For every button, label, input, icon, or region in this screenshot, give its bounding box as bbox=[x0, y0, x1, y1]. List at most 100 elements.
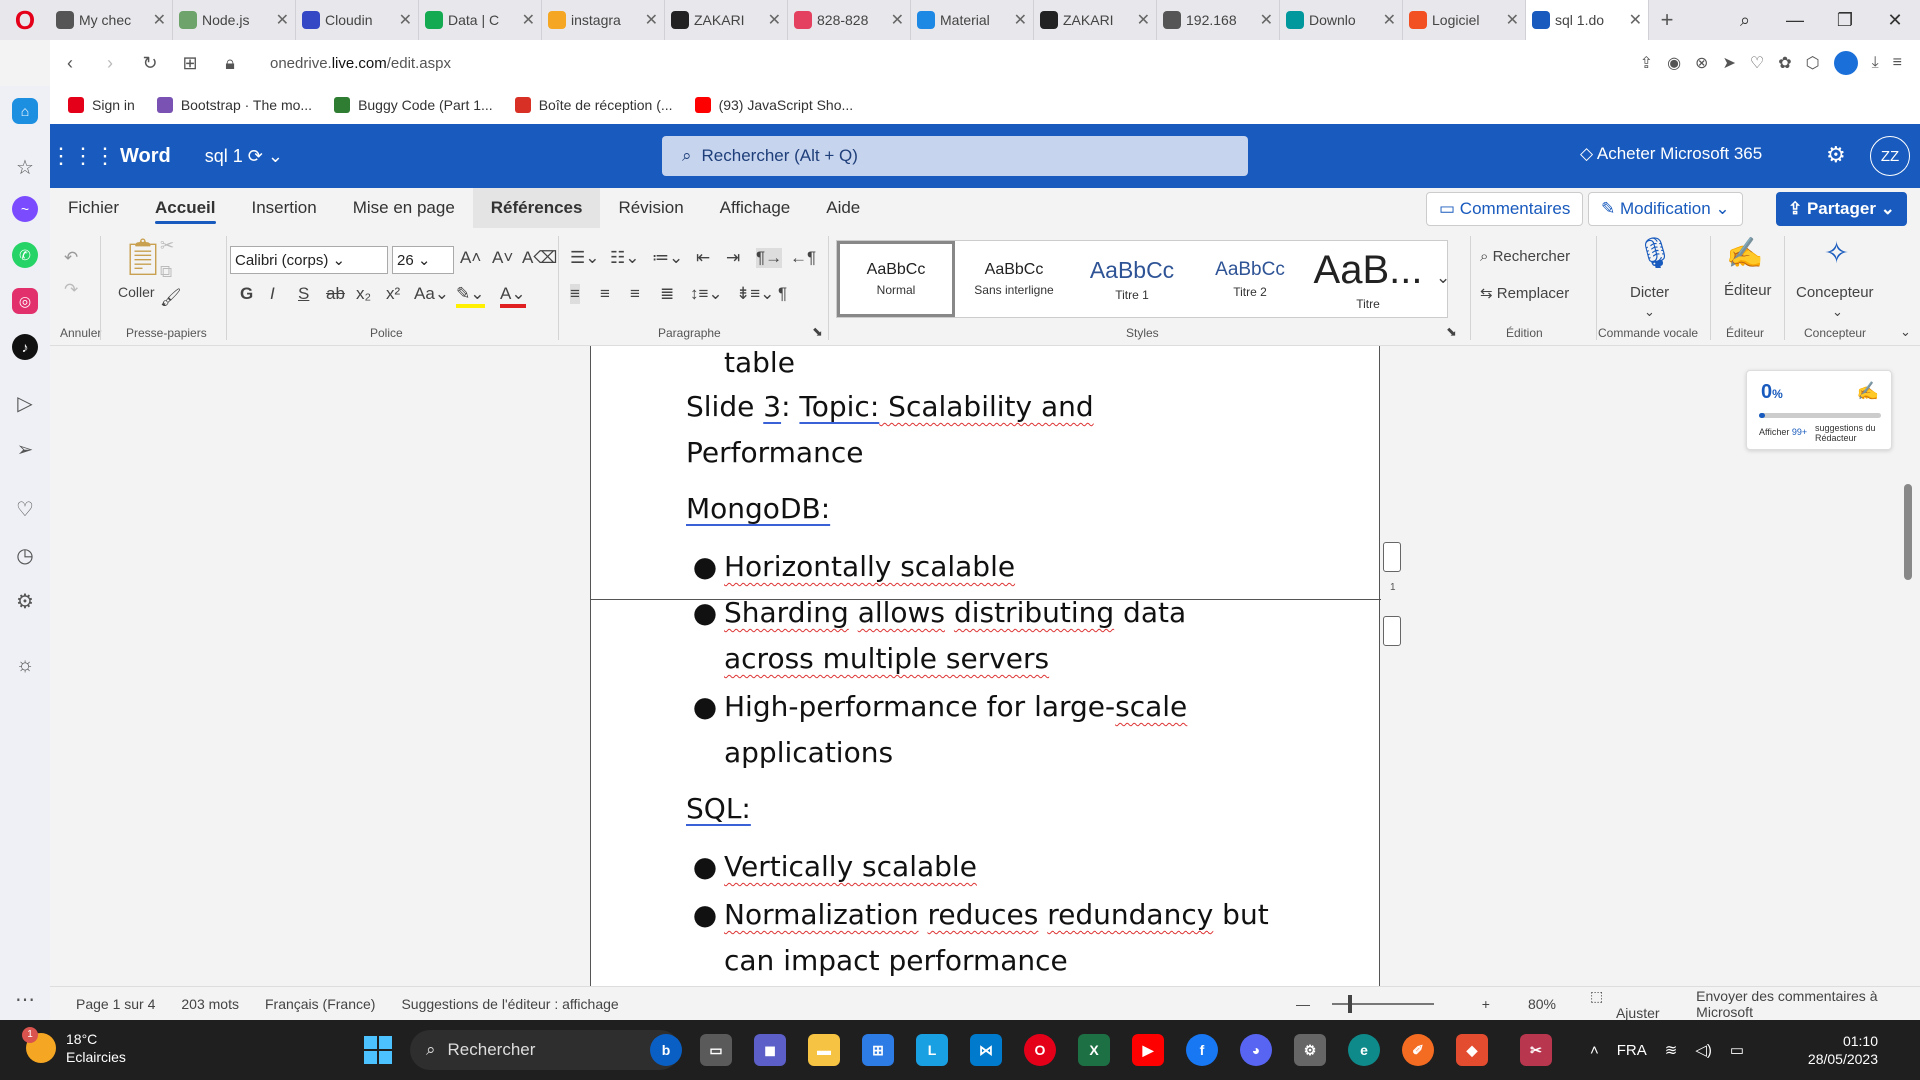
taskbar-search[interactable]: ⌕ Rechercher bbox=[410, 1030, 680, 1070]
editor-score-card[interactable]: 0% ✍ Afficher 99+ suggestions du Rédacte… bbox=[1746, 370, 1892, 450]
block-icon[interactable]: ⊗ bbox=[1695, 53, 1708, 73]
browser-tab[interactable]: instagra ✕ bbox=[542, 0, 665, 40]
reload-icon[interactable]: ↻ bbox=[130, 53, 170, 74]
multilevel-list-icon[interactable]: ≔⌄ bbox=[652, 248, 683, 268]
forward-icon[interactable]: › bbox=[90, 53, 130, 74]
close-tab-icon[interactable]: ✕ bbox=[1014, 10, 1027, 30]
vscode-icon[interactable]: ⋈ bbox=[970, 1034, 1002, 1066]
browser-tab[interactable]: ZAKARI ✕ bbox=[665, 0, 788, 40]
browser-tab[interactable]: ZAKARI ✕ bbox=[1034, 0, 1157, 40]
word-count[interactable]: 203 mots bbox=[181, 996, 239, 1012]
messenger-icon[interactable]: ~ bbox=[12, 196, 38, 222]
paste-button[interactable]: Coller bbox=[118, 284, 155, 300]
start-button[interactable] bbox=[364, 1036, 392, 1064]
browser-tab[interactable]: sql 1.do ✕ bbox=[1526, 0, 1649, 40]
ribbon-collapse-icon[interactable]: ⌄ bbox=[1900, 324, 1911, 340]
zoom-level[interactable]: 80% bbox=[1528, 996, 1556, 1012]
change-case-icon[interactable]: Aa⌄ bbox=[414, 284, 449, 304]
clipboard-icon[interactable]: 📋︎ bbox=[120, 236, 166, 278]
send-sidebar-icon[interactable]: ➢ bbox=[12, 436, 38, 462]
font-size-select[interactable]: 26 ⌄ bbox=[392, 246, 454, 274]
styles-dialog-icon[interactable]: ⬊ bbox=[1446, 324, 1457, 340]
language-indicator[interactable]: FRA bbox=[1617, 1042, 1647, 1059]
document-page[interactable]: table Slide 3: Topic: Scalability and Pe… bbox=[590, 346, 1381, 986]
app-launcher-icon[interactable]: ⋮⋮⋮ bbox=[50, 143, 116, 169]
replace-button[interactable]: ⇆ Remplacer bbox=[1480, 284, 1569, 302]
close-tab-icon[interactable]: ✕ bbox=[645, 10, 658, 30]
bookmark-item[interactable]: Sign in bbox=[68, 97, 135, 113]
bing-icon[interactable]: b bbox=[650, 1034, 682, 1066]
fit-button[interactable]: ⬚ Ajuster bbox=[1590, 988, 1670, 1021]
comment-marker[interactable] bbox=[1383, 542, 1401, 572]
star-icon[interactable]: ☆ bbox=[12, 154, 38, 180]
ribbon-tab-insertion[interactable]: Insertion bbox=[234, 188, 335, 228]
paragraph-dialog-icon[interactable]: ⬊ bbox=[812, 324, 823, 340]
browser-tab[interactable]: Downlo ✕ bbox=[1280, 0, 1403, 40]
browser-tab[interactable]: My chec ✕ bbox=[50, 0, 173, 40]
close-tab-icon[interactable]: ✕ bbox=[1260, 10, 1273, 30]
more-icon[interactable]: ⋯ bbox=[12, 986, 38, 1012]
strikethrough-icon[interactable]: ab bbox=[326, 284, 345, 304]
share-icon[interactable]: ⇪ bbox=[1640, 53, 1653, 73]
close-tab-icon[interactable]: ✕ bbox=[399, 10, 412, 30]
designer-dropdown-icon[interactable]: ⌄ bbox=[1832, 304, 1843, 320]
volume-icon[interactable]: ◁) bbox=[1695, 1041, 1712, 1059]
close-tab-icon[interactable]: ✕ bbox=[522, 10, 535, 30]
browser-tab[interactable]: Cloudin ✕ bbox=[296, 0, 419, 40]
browser-tab[interactable]: Material ✕ bbox=[911, 0, 1034, 40]
editor-show-label[interactable]: Afficher 99+ bbox=[1759, 427, 1807, 437]
search-input[interactable]: ⌕ Rechercher (Alt + Q) bbox=[662, 136, 1248, 176]
close-window-button[interactable]: ✕ bbox=[1870, 10, 1920, 31]
camera-icon[interactable]: ◉ bbox=[1667, 53, 1681, 73]
subscript-icon[interactable]: x₂ bbox=[356, 284, 371, 304]
opera-taskbar-icon[interactable]: O bbox=[1024, 1034, 1056, 1066]
grow-font-icon[interactable]: A˄ bbox=[460, 248, 481, 268]
battery-icon[interactable]: ▭ bbox=[1730, 1041, 1744, 1059]
player-icon[interactable]: ▷ bbox=[12, 390, 38, 416]
vertical-scrollbar[interactable] bbox=[1904, 484, 1912, 580]
palette-icon[interactable]: ✿ bbox=[1778, 53, 1791, 73]
ribbon-tab-fichier[interactable]: Fichier bbox=[50, 188, 137, 228]
dictate-dropdown-icon[interactable]: ⌄ bbox=[1644, 304, 1655, 320]
bookmark-item[interactable]: Buggy Code (Part 1... bbox=[334, 97, 493, 113]
document-name[interactable]: sql 1 ⟳ ⌄ bbox=[205, 146, 283, 167]
highlight-icon[interactable]: ✎⌄ bbox=[456, 284, 485, 308]
align-right-icon[interactable]: ≡ bbox=[630, 284, 640, 304]
align-center-icon[interactable]: ≡ bbox=[600, 284, 610, 304]
weather-widget[interactable]: 1 18°C Eclaircies bbox=[22, 1027, 126, 1066]
style-titre-1[interactable]: AaBbCc Titre 1 bbox=[1073, 241, 1191, 317]
file-explorer-icon[interactable]: ▬ bbox=[808, 1034, 840, 1066]
close-tab-icon[interactable]: ✕ bbox=[153, 10, 166, 30]
style-sans-interligne[interactable]: AaBbCc Sans interligne bbox=[955, 241, 1073, 317]
comment-marker[interactable] bbox=[1383, 616, 1401, 646]
ribbon-tab-références[interactable]: Références bbox=[472, 188, 601, 228]
justify-icon[interactable]: ≣ bbox=[660, 284, 674, 304]
style-titre[interactable]: AaB... Titre bbox=[1309, 241, 1427, 317]
bookmark-item[interactable]: Bootstrap · The mo... bbox=[156, 97, 312, 113]
settings-taskbar-icon[interactable]: ⚙ bbox=[1294, 1034, 1326, 1066]
editor-icon[interactable]: ✍ bbox=[1726, 236, 1763, 271]
zoom-out-button[interactable]: — bbox=[1296, 996, 1310, 1012]
bookmark-item[interactable]: Boîte de réception (... bbox=[514, 97, 673, 113]
l-app-icon[interactable]: L bbox=[916, 1034, 948, 1066]
back-icon[interactable]: ‹ bbox=[50, 53, 90, 74]
buy-microsoft-365-link[interactable]: ◇ Acheter Microsoft 365 bbox=[1580, 144, 1762, 164]
download-icon[interactable]: ⤓ bbox=[1872, 54, 1879, 72]
lightbulb-icon[interactable]: ☼ bbox=[12, 652, 38, 678]
ribbon-tab-mise-en-page[interactable]: Mise en page bbox=[335, 188, 473, 228]
history-icon[interactable]: ◷ bbox=[12, 542, 38, 568]
style-normal[interactable]: AaBbCc Normal bbox=[837, 241, 955, 317]
tiktok-icon[interactable]: ♪ bbox=[12, 334, 38, 360]
language-indicator[interactable]: Français (France) bbox=[265, 996, 375, 1012]
discord-icon[interactable]: ◕ bbox=[1240, 1034, 1272, 1066]
line-spacing-icon[interactable]: ↕≡⌄ bbox=[690, 284, 723, 304]
designer-icon[interactable]: ✧ bbox=[1824, 236, 1849, 271]
clear-format-icon[interactable]: A⌫ bbox=[522, 248, 557, 268]
facebook-icon[interactable]: f bbox=[1186, 1034, 1218, 1066]
bold-icon[interactable]: G bbox=[240, 284, 253, 304]
heart-sidebar-icon[interactable]: ♡ bbox=[12, 496, 38, 522]
share-button[interactable]: ⇪ Partager ⌄ bbox=[1776, 192, 1907, 226]
zoom-slider[interactable] bbox=[1332, 995, 1434, 1013]
bullets-icon[interactable]: ☰⌄ bbox=[570, 248, 599, 268]
redo-icon[interactable]: ↷ bbox=[64, 280, 78, 300]
